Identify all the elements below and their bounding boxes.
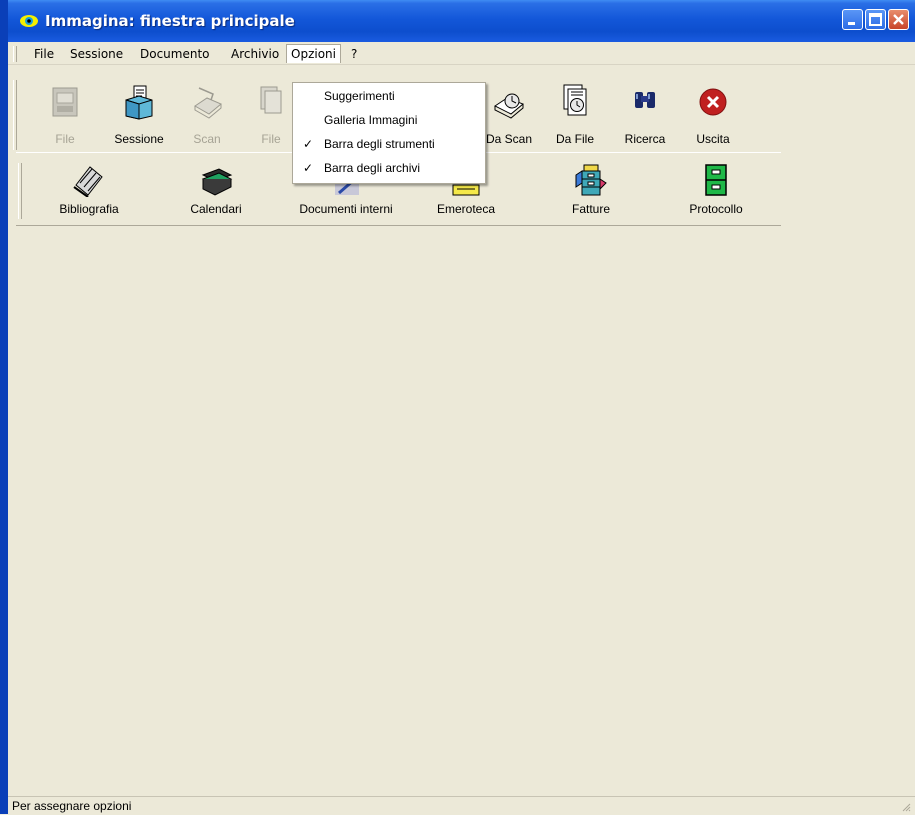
window-title: Immagina: finestra principale — [45, 12, 295, 30]
archive-calendari-button[interactable]: Calendari — [176, 157, 256, 221]
close-button[interactable] — [888, 9, 909, 30]
status-bar: Per assegnare opzioni — [8, 796, 915, 815]
menu-item-galleria-immagini[interactable]: Galleria Immagini — [293, 109, 485, 131]
checkmark-icon: ✓ — [303, 137, 314, 151]
menu-opzioni[interactable]: Opzioni — [286, 44, 341, 63]
menu-sessione[interactable]: Sessione — [66, 45, 127, 63]
filing-cabinet-icon — [705, 164, 727, 196]
archive-bibliografia-button[interactable]: Bibliografia — [44, 157, 134, 221]
archive-fatture-label: Fatture — [571, 202, 610, 216]
toolbar-file-label: File — [55, 132, 75, 146]
menu-help[interactable]: ? — [347, 45, 361, 63]
menu-item-barra-strumenti[interactable]: ✓ Barra degli strumenti — [293, 133, 485, 155]
toolbar-sessione-button[interactable]: Sessione — [106, 82, 172, 152]
invoice-cabinet-icon — [575, 164, 607, 196]
menu-item-barra-archivi-label: Barra degli archivi — [324, 161, 421, 175]
archive-emeroteca-label: Emeroteca — [436, 202, 496, 216]
close-icon — [893, 14, 904, 25]
archive-fatture-button[interactable]: Fatture — [551, 157, 631, 221]
toolbar-scan-label: Scan — [193, 132, 221, 146]
exit-circle-icon — [699, 88, 727, 116]
toolbar-uscita-label: Uscita — [696, 132, 730, 146]
file-pages-icon — [260, 86, 282, 114]
menu-file[interactable]: File — [30, 45, 58, 63]
toolbar-file-button[interactable]: File — [32, 82, 98, 152]
minimize-icon — [848, 22, 855, 25]
options-dropdown: Suggerimenti Galleria Immagini ✓ Barra d… — [292, 82, 486, 184]
maximize-icon — [869, 13, 882, 26]
toolbar-scan-button[interactable]: Scan — [174, 82, 240, 152]
toolbar-uscita-button[interactable]: Uscita — [680, 82, 746, 152]
minimize-button[interactable] — [842, 9, 863, 30]
archive-calendari-label: Calendari — [190, 202, 242, 216]
toolbar-grip[interactable] — [13, 80, 17, 150]
flatbed-scanner-icon — [194, 87, 222, 119]
archive-bibliografia-label: Bibliografia — [59, 202, 119, 216]
menu-bar: File Sessione Documento Archivio Opzioni… — [8, 42, 915, 65]
title-bar[interactable]: Immagina: finestra principale — [8, 0, 915, 42]
calendar-scanner-icon — [201, 168, 233, 196]
archive-protocollo-button[interactable]: Protocollo — [676, 157, 756, 221]
file-clock-icon — [563, 84, 587, 116]
menu-item-galleria-immagini-label: Galleria Immagini — [324, 113, 418, 127]
menu-documento[interactable]: Documento — [136, 45, 214, 63]
books-icon — [73, 166, 103, 197]
menu-archivio[interactable]: Archivio — [227, 45, 283, 63]
menu-item-barra-strumenti-label: Barra degli strumenti — [324, 137, 435, 151]
archive-documenti-interni-label: Documenti interni — [299, 202, 393, 216]
toolbar-ricerca-label: Ricerca — [624, 132, 666, 146]
toolbar-dafile-button[interactable]: Da File — [542, 82, 608, 152]
menu-item-suggerimenti-label: Suggerimenti — [324, 89, 395, 103]
menubar-grip[interactable] — [13, 46, 17, 62]
toolbar-ricerca-button[interactable]: Ricerca — [612, 82, 678, 152]
checkmark-icon: ✓ — [303, 161, 314, 175]
menu-item-barra-archivi[interactable]: ✓ Barra degli archivi — [293, 157, 485, 179]
scan-clock-icon — [494, 93, 524, 119]
binoculars-icon — [635, 92, 655, 108]
resize-grip-icon[interactable] — [901, 802, 911, 812]
toolbar-sessione-label: Sessione — [114, 132, 164, 146]
main-window: Immagina: finestra principale File Sessi… — [0, 0, 915, 815]
status-text: Per assegnare opzioni — [12, 799, 132, 813]
archive-protocollo-label: Protocollo — [689, 202, 743, 216]
menu-item-suggerimenti[interactable]: Suggerimenti — [293, 85, 485, 107]
maximize-button[interactable] — [865, 9, 886, 30]
scanner-documents-icon — [52, 87, 78, 117]
eye-icon — [20, 15, 38, 27]
toolbar-dafile-label: Da File — [555, 132, 594, 146]
archives-grip[interactable] — [18, 163, 22, 219]
session-box-icon — [125, 85, 153, 120]
